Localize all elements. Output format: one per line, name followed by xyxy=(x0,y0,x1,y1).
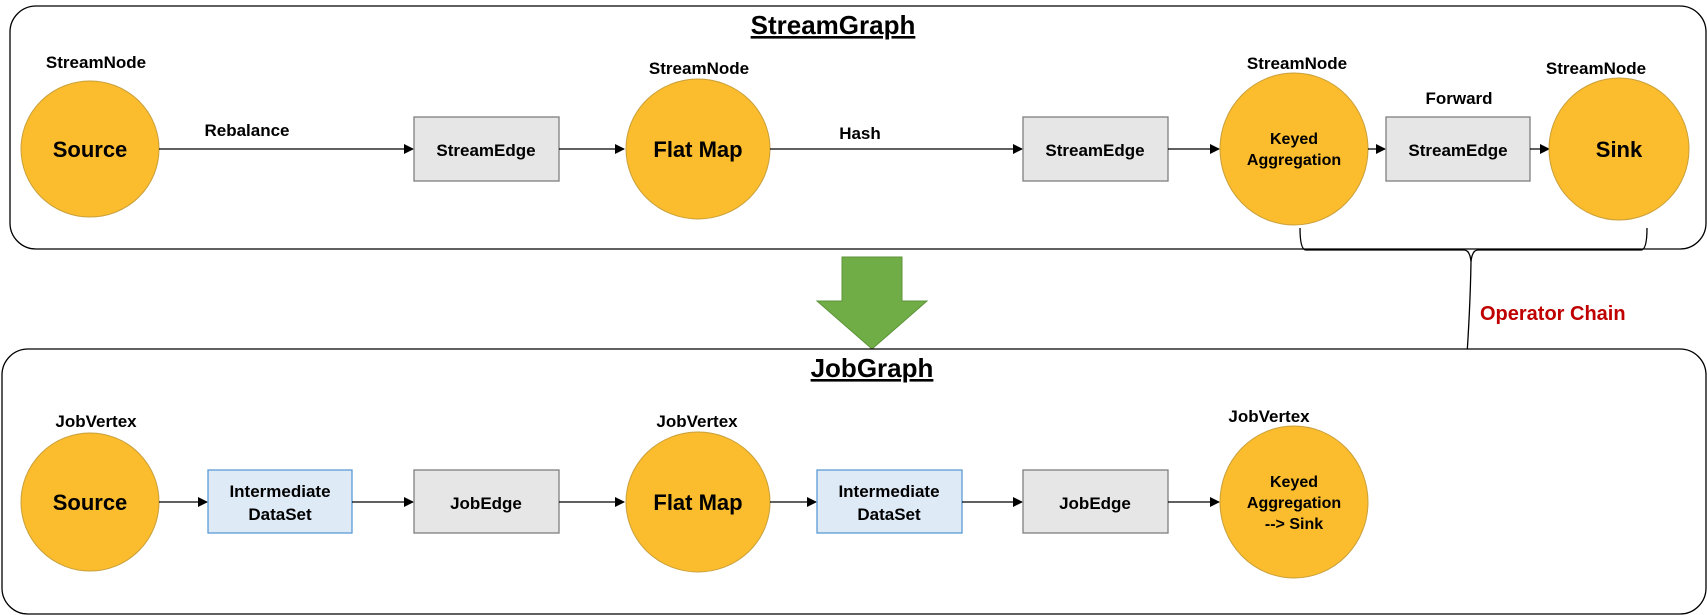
stream-node-source-label: Source xyxy=(53,137,128,162)
flink-graph-diagram: StreamGraph StreamNode Source Rebalance … xyxy=(1,5,1707,615)
job-vertex-keyed-line2: Aggregation xyxy=(1247,495,1341,512)
dataset-1-line2: DataSet xyxy=(248,505,312,524)
stream-node-sink-label: Sink xyxy=(1596,137,1643,162)
partitioner-hash-label: Hash xyxy=(839,124,881,143)
stream-edge-label-2: StreamEdge xyxy=(1045,141,1144,160)
stream-edge-label-3: StreamEdge xyxy=(1408,141,1507,160)
stream-node-type-label: StreamNode xyxy=(649,59,749,78)
job-vertex-type-label: JobVertex xyxy=(1228,407,1310,426)
dataset-2-line2: DataSet xyxy=(857,505,921,524)
dataset-1-line1: Intermediate xyxy=(229,482,330,501)
stream-node-keyed-aggregation xyxy=(1219,72,1369,226)
stream-edge-label-1: StreamEdge xyxy=(436,141,535,160)
stream-node-type-label: StreamNode xyxy=(46,53,146,72)
job-vertex-keyed-line3: --> Sink xyxy=(1265,516,1323,533)
stream-node-keyed-line1: Keyed xyxy=(1270,131,1318,148)
job-vertex-flatmap-label: Flat Map xyxy=(653,490,742,515)
job-vertex-keyed-line1: Keyed xyxy=(1270,474,1318,491)
job-vertex-type-label: JobVertex xyxy=(656,412,738,431)
job-vertex-type-label: JobVertex xyxy=(55,412,137,431)
partitioner-forward-label: Forward xyxy=(1425,89,1492,108)
stream-node-type-label: StreamNode xyxy=(1247,54,1347,73)
job-edge-label-2: JobEdge xyxy=(1059,494,1131,513)
job-graph-title: JobGraph xyxy=(811,353,934,383)
dataset-2-line1: Intermediate xyxy=(838,482,939,501)
stream-graph-title: StreamGraph xyxy=(751,10,916,40)
job-vertex-source-label: Source xyxy=(53,490,128,515)
transform-down-arrow-icon xyxy=(815,256,929,350)
stream-node-flatmap-label: Flat Map xyxy=(653,137,742,162)
partitioner-rebalance-label: Rebalance xyxy=(204,121,289,140)
stream-node-type-label: StreamNode xyxy=(1546,59,1646,78)
job-edge-label-1: JobEdge xyxy=(450,494,522,513)
operator-chain-label: Operator Chain xyxy=(1480,303,1626,325)
stream-node-keyed-line2: Aggregation xyxy=(1247,152,1341,169)
